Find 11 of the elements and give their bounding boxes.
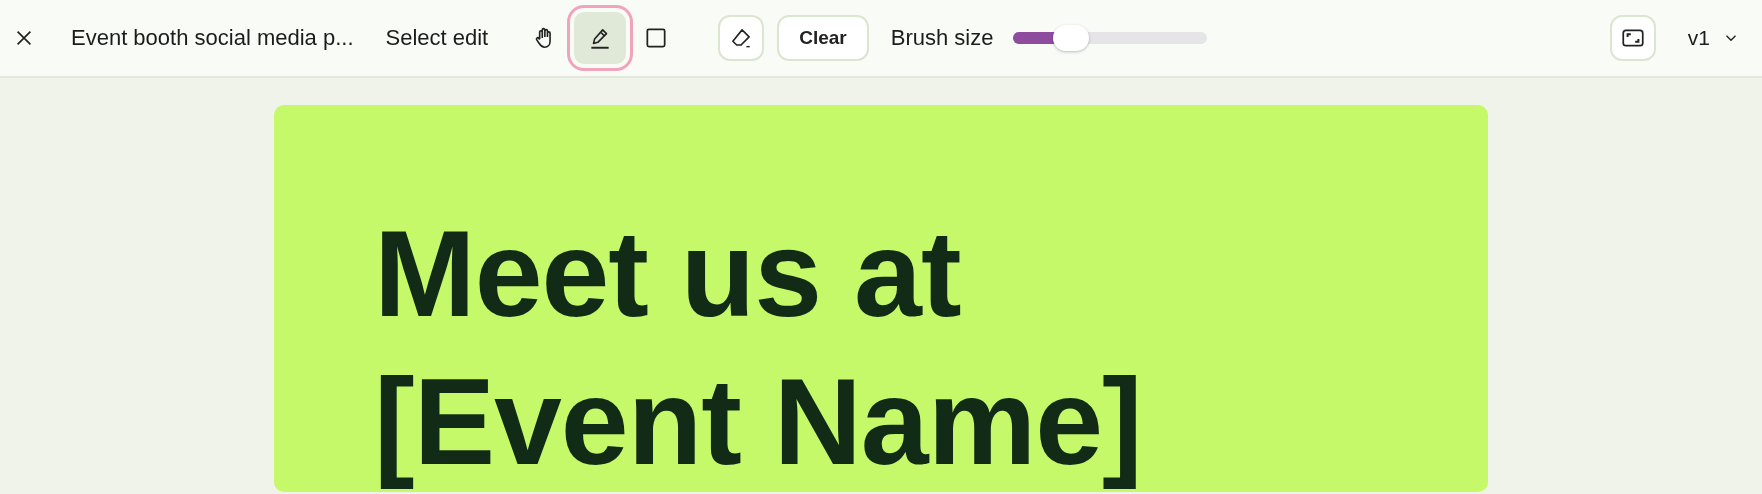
eraser-button[interactable] — [718, 15, 765, 61]
mode-label: Select edit — [385, 25, 489, 51]
headline-line: [Event Name] — [374, 353, 1143, 492]
version-label: v1 — [1687, 26, 1710, 50]
brush-size-label: Brush size — [890, 25, 994, 51]
slider-thumb[interactable] — [1053, 25, 1089, 51]
version-dropdown[interactable]: v1 — [1687, 26, 1740, 50]
clear-button[interactable]: Clear — [777, 15, 869, 61]
fit-screen-button[interactable] — [1609, 15, 1656, 61]
document-title: Event booth social media p... — [71, 25, 354, 51]
headline-line: Meet us at — [374, 205, 962, 344]
